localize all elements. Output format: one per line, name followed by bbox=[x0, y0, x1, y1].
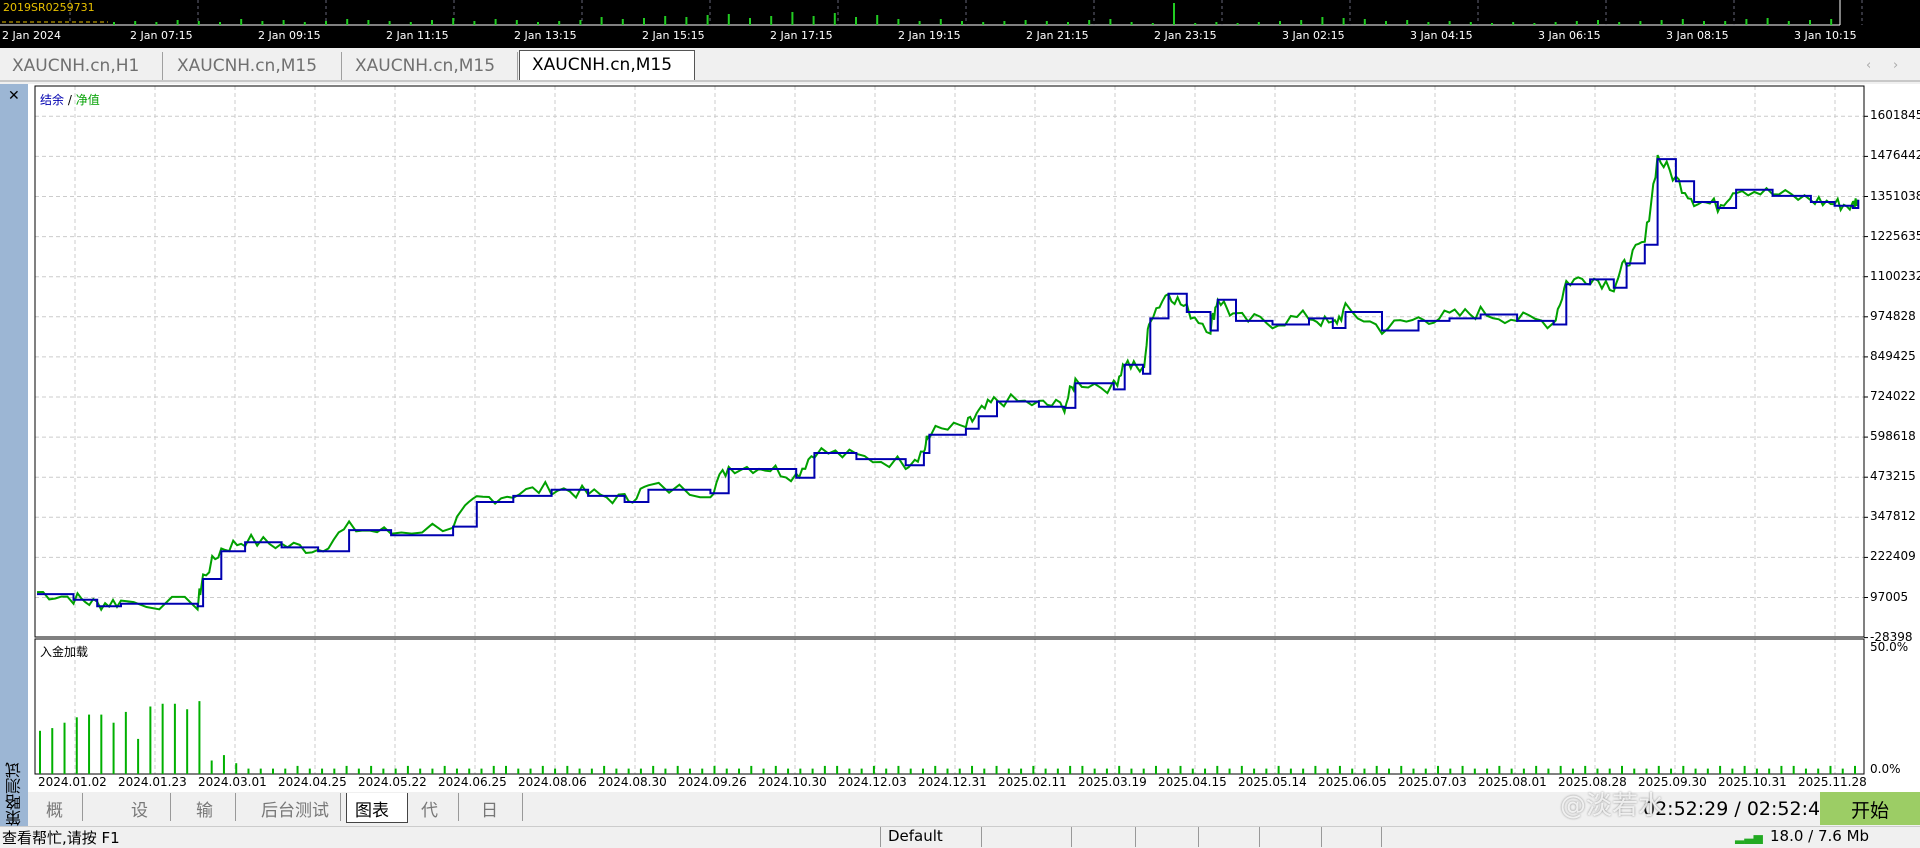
y-tick-label: 724022 bbox=[1870, 389, 1916, 403]
y-tick-label: 97005 bbox=[1870, 589, 1909, 604]
tester-tab[interactable]: 输入 bbox=[188, 793, 236, 846]
x-tick-label: 2024.01.23 bbox=[118, 775, 187, 789]
load-panel-title: 入金加载 bbox=[40, 645, 89, 659]
legend-balance: 结余 bbox=[40, 93, 65, 107]
signal-icon: ▂▃▅ bbox=[1735, 830, 1763, 844]
x-tick-label: 2025.04.15 bbox=[1158, 775, 1227, 789]
tester-tab[interactable]: 概览 bbox=[38, 793, 83, 846]
watermark: @淡若水 bbox=[1560, 791, 1665, 821]
x-tick-label: 2025.07.03 bbox=[1398, 775, 1467, 789]
y-tick-label: 849425 bbox=[1870, 348, 1916, 363]
load-plot-frame bbox=[34, 638, 1865, 775]
x-tick-label: 2025.02.11 bbox=[998, 775, 1067, 789]
x-tick-label: 2024.09.26 bbox=[678, 775, 747, 789]
x-tick-label: 2025.05.14 bbox=[1238, 775, 1307, 789]
x-tick-label: 2025.06.05 bbox=[1318, 775, 1387, 789]
balance-chart bbox=[34, 85, 1868, 775]
y-tick-label: 598618 bbox=[1870, 429, 1916, 444]
y-tick-label: 222409 bbox=[1870, 549, 1916, 564]
tester-tab[interactable]: 设置 bbox=[123, 793, 171, 846]
status-bar: 查看帮忙,请按 F1 Default ▂▃▅ 18.0 / 7.6 Mb bbox=[0, 826, 1920, 847]
profile-name: Default bbox=[888, 827, 943, 845]
chart-legend: 结余 / 净值 bbox=[40, 91, 100, 108]
x-tick-label: 2024.06.25 bbox=[438, 775, 507, 789]
x-tick-label: 2024.12.31 bbox=[918, 775, 987, 789]
y-tick-label: 1601845 bbox=[1870, 108, 1920, 123]
balance-line bbox=[37, 158, 1860, 608]
tester-tab[interactable]: 图表 bbox=[346, 793, 408, 823]
legend-sep: / bbox=[64, 93, 76, 107]
y-tick-label: 1225635 bbox=[1870, 228, 1920, 243]
y-tick-label: 1476442 bbox=[1870, 148, 1920, 163]
y-tick-label: 1351038 bbox=[1870, 188, 1920, 203]
y-tick-label: 473215 bbox=[1870, 469, 1916, 484]
x-tick-label: 2025.10.31 bbox=[1718, 775, 1787, 789]
tester-tab[interactable]: 日志 bbox=[473, 793, 523, 846]
y-tick-label: 974828 bbox=[1870, 308, 1916, 323]
x-tick-label: 2024.10.30 bbox=[758, 775, 827, 789]
x-tick-label: 2024.04.25 bbox=[278, 775, 347, 789]
x-tick-label: 2024.08.06 bbox=[518, 775, 587, 789]
elapsed-time: 02:52:29 / 02:52:49 bbox=[1643, 798, 1833, 820]
y-tick-label: 347812 bbox=[1870, 509, 1916, 524]
main-plot-frame bbox=[34, 85, 1865, 638]
x-tick-label: 2024.08.30 bbox=[598, 775, 667, 789]
start-button[interactable]: 开始 bbox=[1820, 792, 1920, 825]
help-hint: 查看帮忙,请按 F1 bbox=[2, 829, 120, 847]
equity-line bbox=[36, 154, 1859, 612]
x-tick-label: 2025.08.01 bbox=[1478, 775, 1547, 789]
load-tick-label: 50.0% bbox=[1870, 640, 1909, 654]
x-tick-label: 2024.12.03 bbox=[838, 775, 907, 789]
tester-tab[interactable]: 后台测试 bbox=[253, 793, 341, 821]
load-tick-label: 0.0% bbox=[1870, 762, 1901, 776]
x-tick-label: 2024.03.01 bbox=[198, 775, 267, 789]
y-tick-label: 1100232 bbox=[1870, 268, 1920, 283]
x-tick-label: 2024.01.02 bbox=[38, 775, 107, 789]
x-tick-label: 2024.05.22 bbox=[358, 775, 427, 789]
x-tick-label: 2025.11.28 bbox=[1798, 775, 1867, 789]
legend-equity: 净值 bbox=[75, 93, 100, 107]
x-tick-label: 2025.03.19 bbox=[1078, 775, 1147, 789]
memory-usage: 18.0 / 7.6 Mb bbox=[1770, 827, 1870, 845]
tester-tab[interactable]: 代理 bbox=[413, 793, 459, 846]
